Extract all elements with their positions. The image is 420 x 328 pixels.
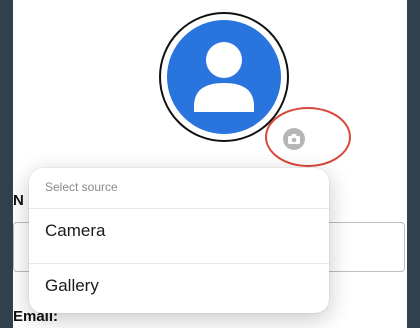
- profile-edit-screen: N Email: Select source Camera Gallery: [13, 0, 407, 328]
- option-gallery[interactable]: Gallery: [29, 263, 329, 307]
- sheet-title: Select source: [45, 180, 118, 194]
- person-icon: [194, 42, 254, 112]
- avatar-circle: [167, 20, 281, 134]
- name-label: N: [13, 192, 24, 209]
- option-camera[interactable]: Camera: [29, 208, 329, 252]
- highlight-annotation: [265, 107, 351, 167]
- select-source-sheet: Select source Camera Gallery: [29, 168, 329, 313]
